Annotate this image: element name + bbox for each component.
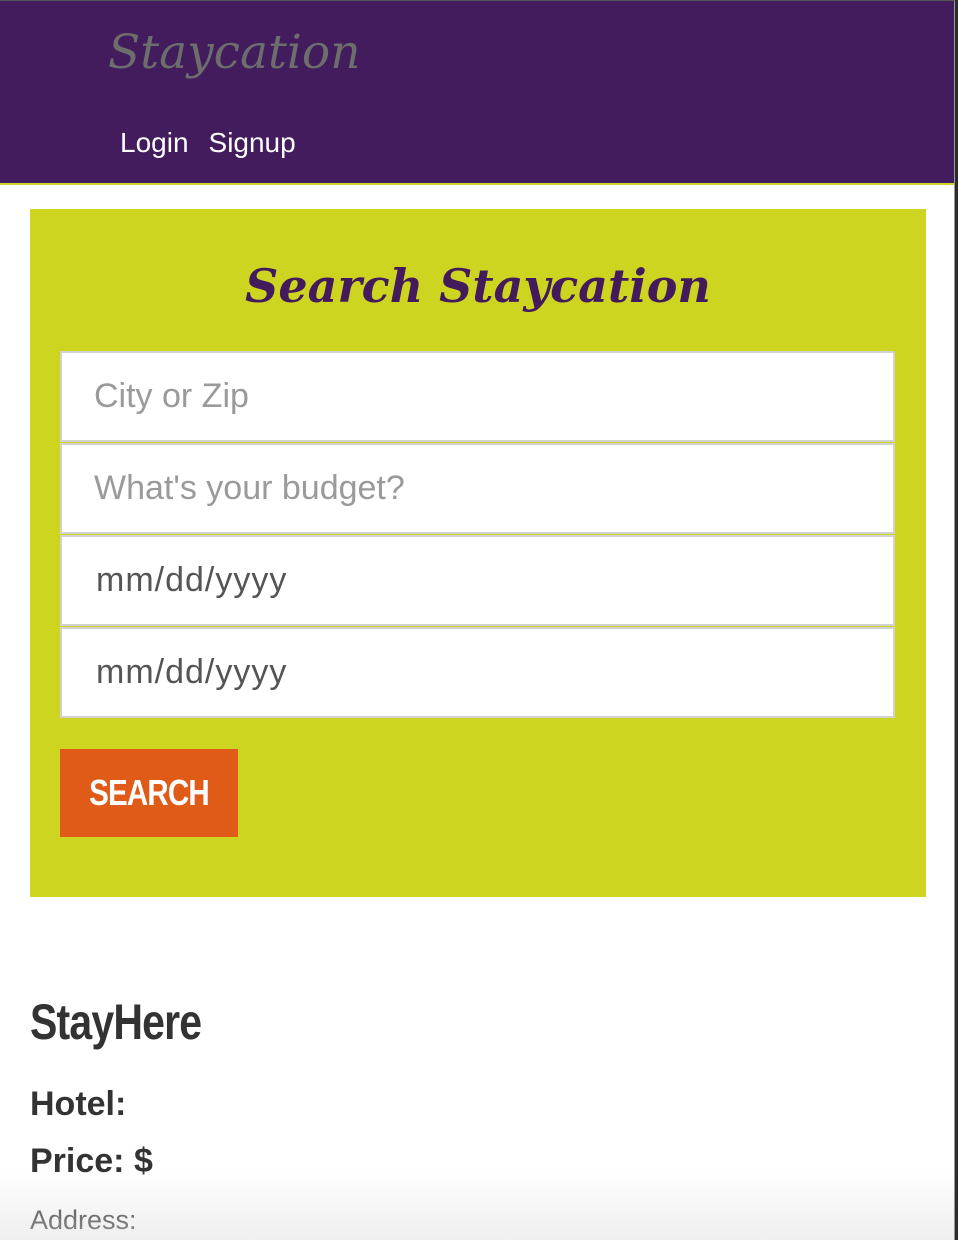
nav-links: Login Signup <box>120 127 296 159</box>
hotel-label: Hotel: <box>30 1085 127 1123</box>
navbar: Staycation Login Signup <box>0 1 954 185</box>
result-title-text: StayHere <box>30 994 202 1050</box>
search-button[interactable]: SEARCH <box>60 749 238 837</box>
search-button-label: SEARCH <box>89 772 210 813</box>
end-date-input[interactable] <box>60 627 895 718</box>
login-link[interactable]: Login <box>120 127 189 159</box>
brand-logo[interactable]: Staycation <box>108 25 361 80</box>
signup-link[interactable]: Signup <box>209 127 296 159</box>
budget-input[interactable] <box>60 443 895 534</box>
page-frame: Staycation Login Signup Search Staycatio… <box>0 0 955 1240</box>
search-title: Search Staycation <box>245 259 711 313</box>
city-zip-input[interactable] <box>60 351 895 442</box>
bottom-fade <box>0 1171 954 1240</box>
price-label: Price: $ <box>30 1142 153 1180</box>
search-panel: Search Staycation SEARCH <box>30 209 926 897</box>
result-title: StayHere <box>30 993 239 1051</box>
address-label: Address: <box>30 1205 137 1235</box>
start-date-input[interactable] <box>60 535 895 626</box>
